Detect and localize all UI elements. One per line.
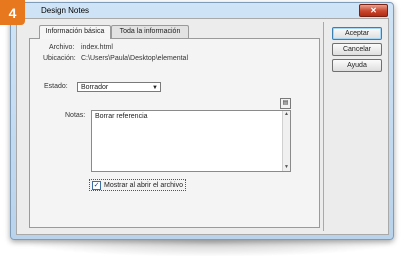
tab-label: Información básica	[45, 28, 105, 35]
show-on-open-label: Mostrar al abrir el archivo	[104, 181, 183, 189]
notas-label: Notas:	[65, 112, 86, 119]
cancel-label: Cancelar	[342, 46, 371, 53]
window-title: Design Notes	[41, 6, 90, 15]
archivo-value: index.html	[81, 44, 113, 51]
show-on-open-option[interactable]: ✓ Mostrar al abrir el archivo	[89, 179, 186, 191]
ubicacion-value: C:\Users\Paula\Desktop\elemental	[81, 55, 188, 62]
step-badge: 4	[0, 0, 25, 25]
insert-date-button[interactable]: ▤	[280, 98, 291, 109]
scroll-up-arrow-icon[interactable]: ▲	[283, 111, 290, 118]
tab-toda-la-informacion[interactable]: Toda la información	[111, 25, 189, 38]
tab-label: Toda la información	[119, 28, 181, 35]
notas-scrollbar[interactable]: ▲ ▼	[282, 111, 290, 171]
dialog-client-area: Información básica Toda la información A…	[16, 18, 389, 235]
help-button[interactable]: Ayuda	[332, 59, 382, 72]
cancel-button[interactable]: Cancelar	[332, 43, 382, 56]
show-on-open-checkbox[interactable]: ✓	[92, 180, 101, 190]
estado-selected-value: Borrador	[81, 84, 109, 91]
close-button[interactable]: ✕	[359, 4, 388, 17]
calendar-icon: ▤	[282, 100, 289, 106]
vertical-divider	[323, 22, 324, 231]
notas-textarea[interactable]: Borrar referencia ▲ ▼	[91, 110, 291, 172]
archivo-label: Archivo:	[49, 44, 75, 51]
accept-label: Aceptar	[344, 30, 370, 37]
close-icon: ✕	[370, 6, 377, 15]
ubicacion-label: Ubicación:	[43, 55, 76, 62]
scroll-down-arrow-icon[interactable]: ▼	[283, 164, 290, 171]
notas-text: Borrar referencia	[95, 113, 148, 120]
tab-informacion-basica[interactable]: Información básica	[39, 25, 111, 39]
design-notes-dialog: Design Notes ✕ Información básica Toda l…	[10, 2, 394, 240]
estado-label: Estado:	[44, 83, 68, 90]
help-label: Ayuda	[347, 62, 367, 69]
title-bar: Design Notes ✕	[11, 3, 393, 18]
estado-select[interactable]: Borrador ▼	[77, 82, 161, 92]
chevron-down-icon: ▼	[152, 85, 158, 91]
accept-button[interactable]: Aceptar	[332, 27, 382, 40]
